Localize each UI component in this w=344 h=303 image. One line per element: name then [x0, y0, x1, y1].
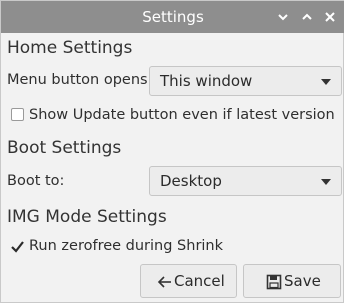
menu-button-label: Menu button opens: — [7, 72, 153, 88]
title-bar[interactable]: Settings — [1, 1, 344, 33]
settings-window: Settings Home Settings Menu button opens… — [0, 0, 344, 303]
chevron-up-icon[interactable] — [299, 9, 315, 25]
checkbox-unchecked-icon[interactable] — [11, 108, 24, 121]
arrow-left-icon — [157, 276, 171, 288]
close-icon[interactable] — [322, 9, 338, 25]
img-mode-settings-heading: IMG Mode Settings — [7, 207, 167, 227]
save-label: Save — [284, 272, 321, 290]
home-settings-heading: Home Settings — [7, 38, 133, 58]
save-icon — [266, 274, 282, 290]
dropdown-arrow-icon — [321, 179, 331, 185]
show-update-checkbox[interactable]: Show Update button even if latest versio… — [7, 106, 337, 124]
boot-to-select[interactable]: Desktop — [149, 166, 342, 196]
save-button[interactable]: Save — [243, 264, 341, 298]
show-update-label: Show Update button even if latest versio… — [29, 107, 335, 123]
chevron-down-icon[interactable] — [275, 9, 291, 25]
boot-settings-heading: Boot Settings — [7, 138, 122, 158]
zerofree-label: Run zerofree during Shrink — [29, 238, 224, 254]
cancel-button[interactable]: Cancel — [140, 264, 237, 298]
cancel-label: Cancel — [174, 272, 225, 290]
boot-to-label: Boot to: — [7, 173, 65, 189]
window-title: Settings — [142, 8, 204, 26]
boot-to-value: Desktop — [160, 172, 222, 190]
menu-button-value: This window — [160, 72, 253, 90]
menu-button-select[interactable]: This window — [149, 66, 342, 96]
checkmark-icon[interactable] — [10, 239, 25, 254]
dropdown-arrow-icon — [321, 79, 331, 85]
zerofree-checkbox[interactable]: Run zerofree during Shrink — [7, 237, 247, 255]
